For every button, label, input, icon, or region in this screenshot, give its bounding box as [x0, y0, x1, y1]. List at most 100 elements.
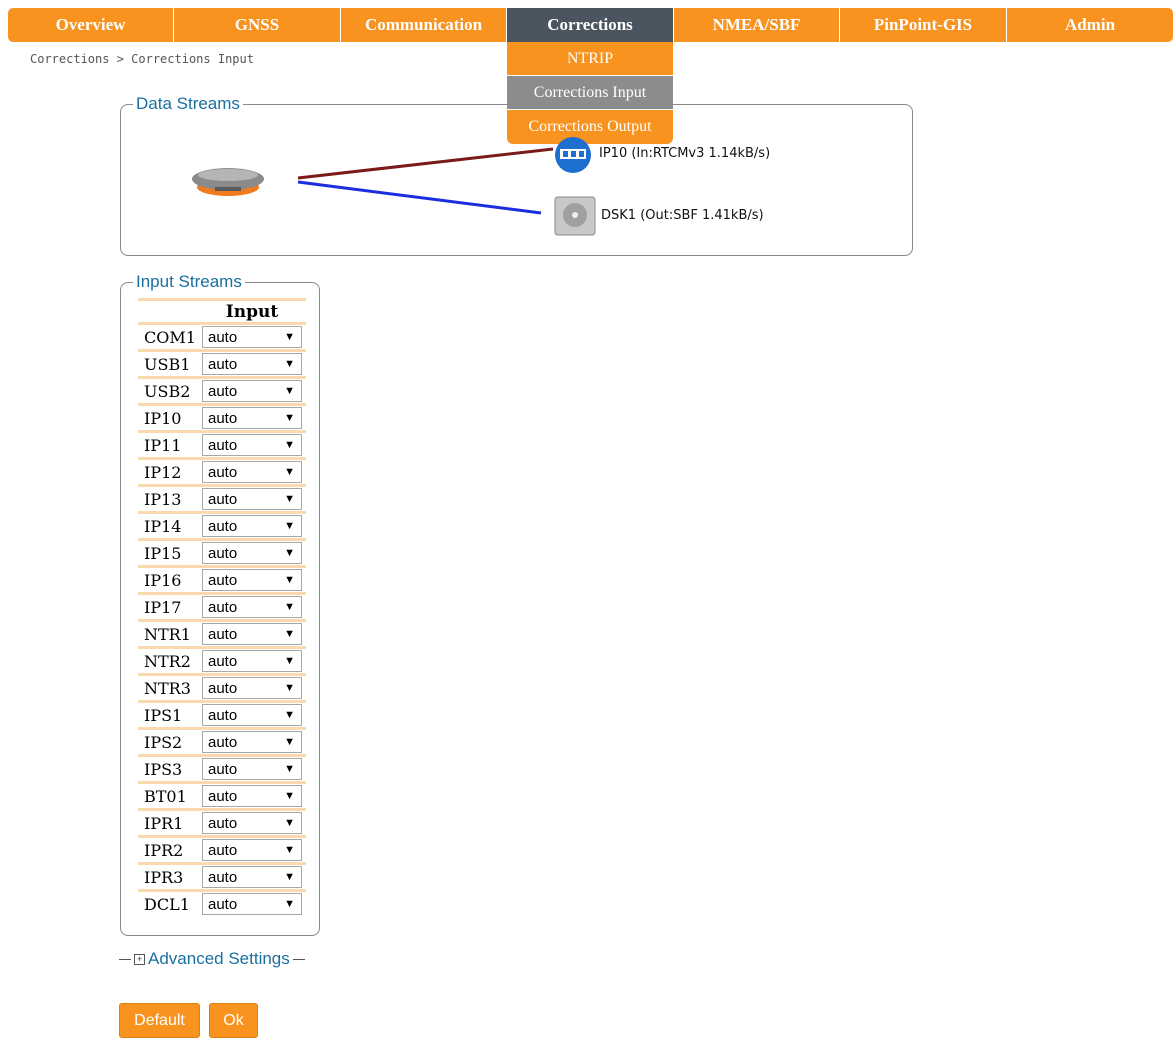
- table-row: USB2 auto ▼: [138, 376, 306, 403]
- select-value: auto: [208, 679, 238, 697]
- input-select[interactable]: auto ▼: [202, 785, 302, 807]
- table-row: NTR2 auto ▼: [138, 646, 306, 673]
- dropdown-arrow-icon[interactable]: ▼: [284, 601, 295, 613]
- input-select[interactable]: auto ▼: [202, 758, 302, 780]
- port-label: COM1: [144, 327, 196, 347]
- divider: [119, 958, 131, 960]
- input-select[interactable]: auto ▼: [202, 623, 302, 645]
- table-row: IPS1 auto ▼: [138, 700, 306, 727]
- dropdown-arrow-icon[interactable]: ▼: [284, 385, 295, 397]
- tab-overview[interactable]: Overview: [8, 8, 174, 42]
- table-row: IP12 auto ▼: [138, 457, 306, 484]
- column-header-input: Input: [138, 298, 306, 322]
- tab-pinpoint-gis[interactable]: PinPoint-GIS: [840, 8, 1007, 42]
- divider: [292, 958, 305, 960]
- select-value: auto: [208, 490, 238, 508]
- input-select[interactable]: auto ▼: [202, 731, 302, 753]
- input-streams-table: Input COM1 auto ▼ USB1 auto ▼ USB2 auto ▼ IP10 aut…: [138, 298, 306, 916]
- input-select[interactable]: auto ▼: [202, 353, 302, 375]
- receiver-icon: [192, 168, 264, 196]
- dropdown-arrow-icon[interactable]: ▼: [284, 358, 295, 370]
- input-streams-rows: COM1 auto ▼ USB1 auto ▼ USB2 auto ▼ IP10 auto ▼ IP11…: [138, 322, 306, 916]
- input-select[interactable]: auto ▼: [202, 515, 302, 537]
- input-streams-legend: Input Streams: [133, 272, 245, 292]
- dropdown-arrow-icon[interactable]: ▼: [284, 493, 295, 505]
- select-value: auto: [208, 382, 238, 400]
- select-value: auto: [208, 355, 238, 373]
- tab-admin[interactable]: Admin: [1007, 8, 1173, 42]
- table-row: IP15 auto ▼: [138, 538, 306, 565]
- main-nav: Overview GNSS Communication Corrections …: [8, 8, 1173, 42]
- advanced-settings-label[interactable]: Advanced Settings: [148, 949, 290, 969]
- select-value: auto: [208, 706, 238, 724]
- dropdown-arrow-icon[interactable]: ▼: [284, 655, 295, 667]
- table-row: IP13 auto ▼: [138, 484, 306, 511]
- advanced-settings-toggle[interactable]: + Advanced Settings: [119, 949, 305, 969]
- menu-item-ntrip[interactable]: NTRIP: [507, 42, 673, 76]
- tab-gnss[interactable]: GNSS: [174, 8, 341, 42]
- port-label: IPS1: [144, 705, 183, 725]
- tab-nmea-sbf[interactable]: NMEA/SBF: [674, 8, 840, 42]
- input-select[interactable]: auto ▼: [202, 407, 302, 429]
- select-value: auto: [208, 895, 238, 913]
- port-label: IP17: [144, 597, 182, 617]
- select-value: auto: [208, 652, 238, 670]
- dropdown-arrow-icon[interactable]: ▼: [284, 736, 295, 748]
- table-row: BT01 auto ▼: [138, 781, 306, 808]
- dropdown-arrow-icon[interactable]: ▼: [284, 547, 295, 559]
- input-select[interactable]: auto ▼: [202, 326, 302, 348]
- dropdown-arrow-icon[interactable]: ▼: [284, 466, 295, 478]
- tab-corrections[interactable]: Corrections: [507, 8, 674, 42]
- select-value: auto: [208, 517, 238, 535]
- select-value: auto: [208, 328, 238, 346]
- table-row: IPR1 auto ▼: [138, 808, 306, 835]
- input-select[interactable]: auto ▼: [202, 596, 302, 618]
- table-row: IP16 auto ▼: [138, 565, 306, 592]
- input-select[interactable]: auto ▼: [202, 434, 302, 456]
- input-select[interactable]: auto ▼: [202, 839, 302, 861]
- select-value: auto: [208, 814, 238, 832]
- input-select[interactable]: auto ▼: [202, 488, 302, 510]
- input-select[interactable]: auto ▼: [202, 380, 302, 402]
- tab-communication[interactable]: Communication: [341, 8, 507, 42]
- default-button[interactable]: Default: [119, 1003, 200, 1038]
- select-value: auto: [208, 841, 238, 859]
- select-value: auto: [208, 571, 238, 589]
- port-label: IPR2: [144, 840, 184, 860]
- select-value: auto: [208, 733, 238, 751]
- port-label: USB1: [144, 354, 191, 374]
- port-label: IPR3: [144, 867, 184, 887]
- select-value: auto: [208, 436, 238, 454]
- select-value: auto: [208, 868, 238, 886]
- dropdown-arrow-icon[interactable]: ▼: [284, 709, 295, 721]
- dropdown-arrow-icon[interactable]: ▼: [284, 898, 295, 910]
- port-label: IPS3: [144, 759, 183, 779]
- input-select[interactable]: auto ▼: [202, 893, 302, 915]
- dropdown-arrow-icon[interactable]: ▼: [284, 817, 295, 829]
- input-select[interactable]: auto ▼: [202, 461, 302, 483]
- input-select[interactable]: auto ▼: [202, 650, 302, 672]
- data-streams-panel: Data Streams IP10 (In:RTCMv3 1.14kB/s) D…: [120, 94, 913, 256]
- input-select[interactable]: auto ▼: [202, 812, 302, 834]
- input-select[interactable]: auto ▼: [202, 542, 302, 564]
- input-select[interactable]: auto ▼: [202, 866, 302, 888]
- input-select[interactable]: auto ▼: [202, 704, 302, 726]
- port-label: IP13: [144, 489, 182, 509]
- dropdown-arrow-icon[interactable]: ▼: [284, 412, 295, 424]
- dropdown-arrow-icon[interactable]: ▼: [284, 331, 295, 343]
- dropdown-arrow-icon[interactable]: ▼: [284, 628, 295, 640]
- dropdown-arrow-icon[interactable]: ▼: [284, 439, 295, 451]
- dropdown-arrow-icon[interactable]: ▼: [284, 763, 295, 775]
- table-row: NTR1 auto ▼: [138, 619, 306, 646]
- port-label: BT01: [144, 786, 187, 806]
- dropdown-arrow-icon[interactable]: ▼: [284, 520, 295, 532]
- dropdown-arrow-icon[interactable]: ▼: [284, 574, 295, 586]
- expand-icon[interactable]: +: [134, 953, 145, 965]
- input-select[interactable]: auto ▼: [202, 677, 302, 699]
- dropdown-arrow-icon[interactable]: ▼: [284, 790, 295, 802]
- dropdown-arrow-icon[interactable]: ▼: [284, 682, 295, 694]
- dropdown-arrow-icon[interactable]: ▼: [284, 871, 295, 883]
- ok-button[interactable]: Ok: [209, 1003, 258, 1038]
- dropdown-arrow-icon[interactable]: ▼: [284, 844, 295, 856]
- input-select[interactable]: auto ▼: [202, 569, 302, 591]
